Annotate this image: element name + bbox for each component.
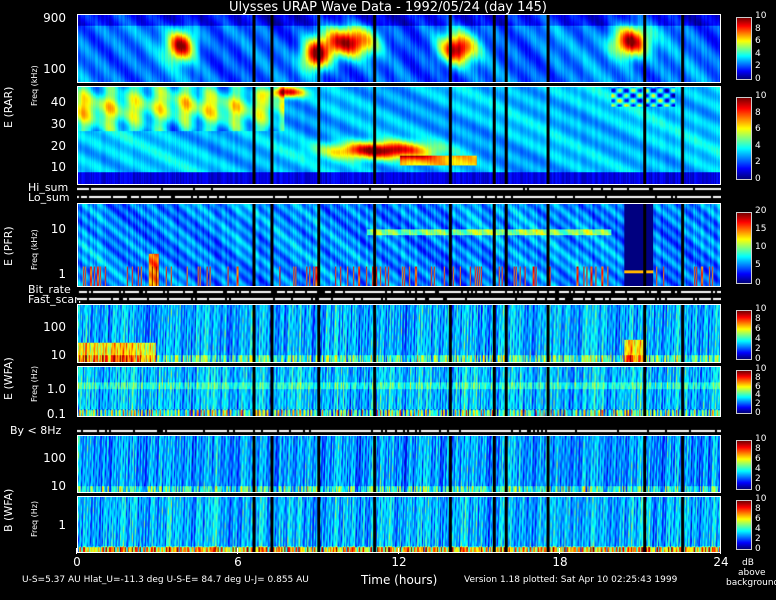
colorbar-tick: 10	[755, 11, 767, 21]
colorbar-tick: 10	[755, 434, 767, 444]
colorbar-tick: 20	[755, 206, 767, 216]
xtick-12: 12	[391, 555, 407, 569]
ytick-ewfa-100: 100	[43, 320, 66, 334]
colorbar-b-wfa-low	[736, 500, 752, 550]
xtick-mark	[237, 548, 238, 554]
colorbar-unit-above: above	[738, 568, 766, 578]
label-rar-freq: Freq (kHz)	[30, 65, 39, 106]
colorbar-tick: 8	[755, 23, 761, 34]
ytick-rar-10: 10	[50, 160, 66, 174]
ytick-bwfa-10: 10	[50, 479, 66, 493]
label-e-wfa: E (WFA)	[2, 357, 15, 400]
colorbar-tick: 15	[755, 224, 767, 234]
footer-orbit-info: U-S=5.37 AU Hlat_U=-11.3 deg U-S-E= 84.7…	[22, 575, 309, 585]
colorbar-tick: 10	[755, 494, 767, 504]
colorbar-tick: 4	[755, 140, 761, 151]
colorbar-rar-high	[736, 17, 752, 80]
colorbar-tick: 10	[755, 91, 767, 101]
label-bfa-freq: Freq (Hz)	[30, 500, 39, 537]
heatmap-rar-high	[77, 14, 721, 83]
colorbar-tick: 10	[755, 242, 767, 252]
colorbar-tick: 4	[755, 334, 761, 344]
colorbar-tick: 5	[755, 260, 761, 270]
colorbar-tick: 8	[755, 444, 761, 454]
colorbar-unit-background: background	[726, 578, 776, 588]
colorbar-tick: 2	[755, 344, 761, 354]
heatmap-e-wfa-high	[77, 304, 721, 363]
xaxis-label: Time (hours)	[361, 573, 438, 587]
colorbar-tick: 8	[755, 107, 761, 118]
colorbar-tick: 6	[755, 36, 761, 47]
xtick-mark	[76, 548, 77, 554]
colorbar-tick: 4	[755, 48, 761, 59]
strip-by	[77, 429, 721, 433]
colorbar-tick: 0	[755, 278, 761, 288]
ytick-rar-20: 20	[50, 139, 66, 153]
strip-label-fast-scan: Fast_scan	[28, 293, 82, 306]
colorbar-tick: 2	[755, 534, 761, 544]
colorbar-tick: 2	[755, 474, 761, 484]
colorbar-tick: 8	[755, 314, 761, 324]
heatmap-e-wfa-low	[77, 366, 721, 417]
xtick-0: 0	[73, 555, 81, 569]
heatmap-pfr	[77, 203, 721, 287]
colorbar-tick: 2	[755, 157, 761, 168]
strip-lo-sum	[77, 195, 721, 199]
strip-bit-rate	[77, 290, 721, 294]
heatmap-b-wfa-high	[77, 435, 721, 493]
colorbar-tick: 4	[755, 464, 761, 474]
colorbar-tick: 10	[755, 304, 767, 314]
colorbar-pfr	[736, 212, 752, 284]
ytick-rar-30: 30	[50, 117, 66, 131]
xtick-24: 24	[713, 555, 729, 569]
xtick-18: 18	[552, 555, 568, 569]
colorbar-tick: 0	[755, 408, 761, 418]
colorbar-e-wfa-high	[736, 310, 752, 360]
strip-hi-sum	[77, 187, 721, 191]
xtick-6: 6	[234, 555, 242, 569]
colorbar-tick: 0	[755, 544, 761, 554]
heatmap-rar-low	[77, 86, 721, 185]
ytick-ewfa-10: 10	[50, 348, 66, 362]
label-e-pfr: E (PFR)	[2, 226, 15, 266]
ytick-ewfa-0-1: 0.1	[46, 407, 66, 421]
colorbar-e-wfa-low	[736, 370, 752, 414]
strip-label-lo-sum: Lo_sum	[28, 191, 70, 204]
label-efa-freq: Freq (Hz)	[30, 365, 39, 402]
label-pfr-freq: Freq (kHz)	[30, 229, 39, 270]
label-b-wfa: B (WFA)	[2, 488, 15, 532]
colorbar-tick: 6	[755, 514, 761, 524]
label-e-rar: E (RAR)	[2, 86, 15, 128]
footer-version: Version 1.18 plotted: Sat Apr 10 02:25:4…	[464, 575, 678, 585]
xtick-mark	[398, 548, 399, 554]
colorbar-tick: 0	[755, 354, 761, 364]
colorbar-unit-db: dB	[742, 558, 754, 568]
xtick-mark	[720, 548, 721, 554]
colorbar-b-wfa-high	[736, 440, 752, 490]
plot-title: Ulysses URAP Wave Data - 1992/05/24 (day…	[228, 0, 548, 15]
heatmap-b-wfa-low	[77, 496, 721, 553]
ytick-bwfa-100: 100	[43, 451, 66, 465]
urap-wave-plot: Ulysses URAP Wave Data - 1992/05/24 (day…	[0, 0, 776, 600]
ytick-rar-900: 900	[43, 11, 66, 25]
colorbar-rar-low	[736, 97, 752, 180]
colorbar-tick: 8	[755, 504, 761, 514]
colorbar-tick: 6	[755, 124, 761, 135]
xtick-mark	[559, 548, 560, 554]
strip-label-by: By < 8Hz	[10, 424, 62, 437]
strip-fast-scan	[77, 297, 721, 301]
colorbar-tick: 0	[755, 74, 761, 84]
colorbar-tick: 6	[755, 324, 761, 334]
colorbar-tick: 6	[755, 454, 761, 464]
colorbar-tick: 0	[755, 484, 761, 494]
colorbar-tick: 2	[755, 61, 761, 72]
colorbar-tick: 4	[755, 524, 761, 534]
colorbar-tick: 0	[755, 174, 761, 184]
